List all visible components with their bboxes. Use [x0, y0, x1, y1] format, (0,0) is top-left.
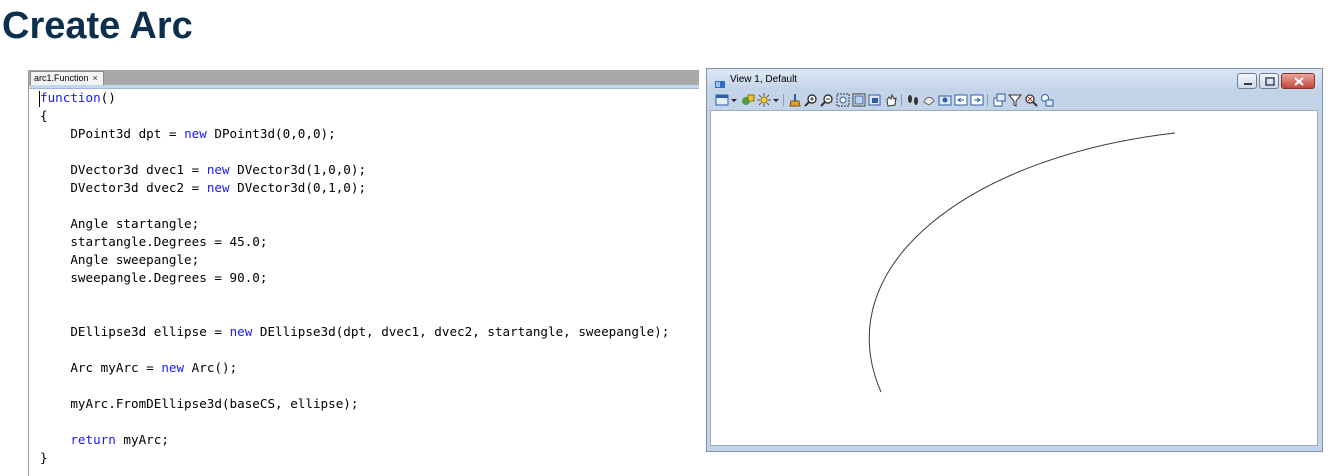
camera-icon[interactable] — [1024, 93, 1038, 107]
code-line: sweepangle.Degrees = 90.0; — [40, 270, 268, 285]
view-attributes-icon[interactable] — [741, 93, 755, 107]
code-area[interactable]: function() { DPoint3d dpt = new DPoint3d… — [40, 89, 699, 476]
toolbar-separator — [783, 94, 784, 106]
clip-volume-icon[interactable] — [970, 93, 984, 107]
code-line: { — [40, 108, 48, 123]
code-line: } — [40, 450, 48, 465]
toolbar-separator — [987, 94, 988, 106]
view-window[interactable]: View 1, Default — [706, 68, 1323, 452]
lights-icon[interactable] — [757, 93, 771, 107]
minimize-button[interactable] — [1237, 73, 1257, 89]
code-line: Angle startangle; — [40, 216, 200, 231]
rotate-view-icon[interactable] — [868, 93, 882, 107]
window-area-icon[interactable] — [836, 93, 850, 107]
close-icon[interactable]: × — [93, 72, 98, 85]
maximize-button[interactable] — [1259, 73, 1279, 89]
page-title: Create Arc — [2, 5, 193, 47]
view-toggles-icon[interactable] — [1008, 93, 1022, 107]
editor-tab-bar: arc1.Function × — [29, 70, 699, 86]
arc-element — [868, 132, 1176, 393]
view-toolbar — [711, 91, 1311, 109]
view-next-icon[interactable] — [938, 93, 952, 107]
code-line: return myArc; — [70, 432, 169, 447]
toolbar-separator — [901, 94, 902, 106]
editor-tab[interactable]: arc1.Function × — [30, 71, 104, 86]
code-line: DVector3d dvec2 = new DVector3d(0,1,0); — [40, 180, 367, 195]
zoom-in-icon[interactable] — [804, 93, 818, 107]
code-line: DVector3d dvec1 = new DVector3d(1,0,0); — [40, 162, 367, 177]
close-icon — [1294, 77, 1304, 86]
render-icon[interactable] — [788, 93, 802, 107]
zoom-out-icon[interactable] — [820, 93, 834, 107]
view-display-icon[interactable] — [715, 93, 729, 107]
close-window-button[interactable] — [1281, 73, 1315, 89]
fit-view-icon[interactable] — [852, 93, 866, 107]
pan-view-icon[interactable] — [884, 93, 898, 107]
minimize-icon — [1244, 83, 1252, 85]
code-line: Arc myArc = new Arc(); — [40, 360, 238, 375]
copy-view-icon[interactable] — [954, 93, 968, 107]
arc-drawing — [868, 132, 1176, 393]
code-line: myArc.FromDEllipse3d(baseCS, ellipse); — [40, 396, 359, 411]
dropdown-arrow-icon[interactable] — [730, 93, 738, 107]
editor-tab-label: arc1.Function — [34, 73, 89, 83]
dropdown-arrow-icon[interactable] — [772, 93, 780, 107]
view-previous-icon[interactable] — [922, 93, 936, 107]
walk-icon[interactable] — [906, 93, 920, 107]
view-title: View 1, Default — [730, 74, 798, 85]
code-line: function() — [40, 90, 116, 105]
settings-icon[interactable] — [1040, 93, 1054, 107]
code-line: startangle.Degrees = 45.0; — [40, 234, 268, 249]
clip-mask-icon[interactable] — [992, 93, 1006, 107]
maximize-icon — [1265, 77, 1275, 86]
code-editor[interactable]: arc1.Function × function() { DPoint3d dpt… — [28, 70, 699, 476]
code-line: Angle sweepangle; — [40, 252, 200, 267]
code-line: DPoint3d dpt = new DPoint3d(0,0,0); — [40, 126, 336, 141]
view-canvas[interactable] — [710, 110, 1318, 446]
view-titlebar[interactable]: View 1, Default — [707, 69, 1322, 91]
code-line: DEllipse3d ellipse = new DEllipse3d(dpt,… — [40, 324, 670, 339]
